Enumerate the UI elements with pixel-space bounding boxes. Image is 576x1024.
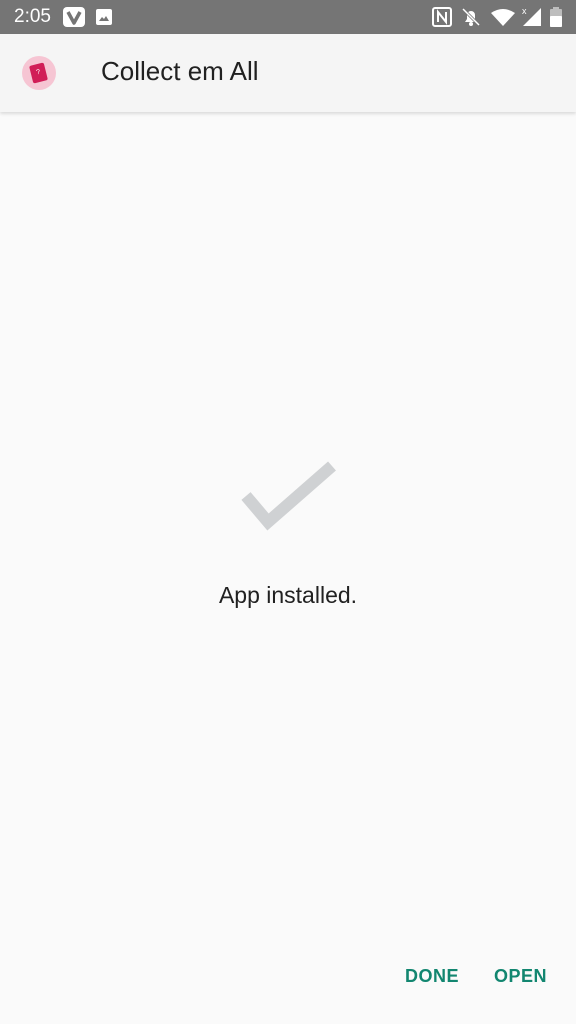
app-bar: ? Collect em All — [0, 34, 576, 112]
cellular-signal-icon: x — [522, 6, 541, 26]
nfc-icon — [432, 7, 452, 27]
done-button[interactable]: DONE — [405, 966, 459, 987]
battery-icon — [550, 7, 562, 27]
collect-em-all-app-icon: ? — [22, 56, 56, 90]
checkmark-icon — [241, 461, 336, 531]
open-button[interactable]: OPEN — [494, 966, 547, 987]
svg-text:x: x — [522, 6, 527, 16]
app-title: Collect em All — [101, 56, 259, 86]
install-status-message: App installed. — [218, 582, 358, 608]
vivaldi-icon — [63, 7, 85, 27]
status-bar: 2:05 x — [0, 0, 576, 34]
image-icon — [96, 9, 112, 25]
wifi-icon — [491, 9, 515, 26]
notifications-off-icon — [461, 7, 481, 27]
status-time: 2:05 — [14, 6, 51, 27]
